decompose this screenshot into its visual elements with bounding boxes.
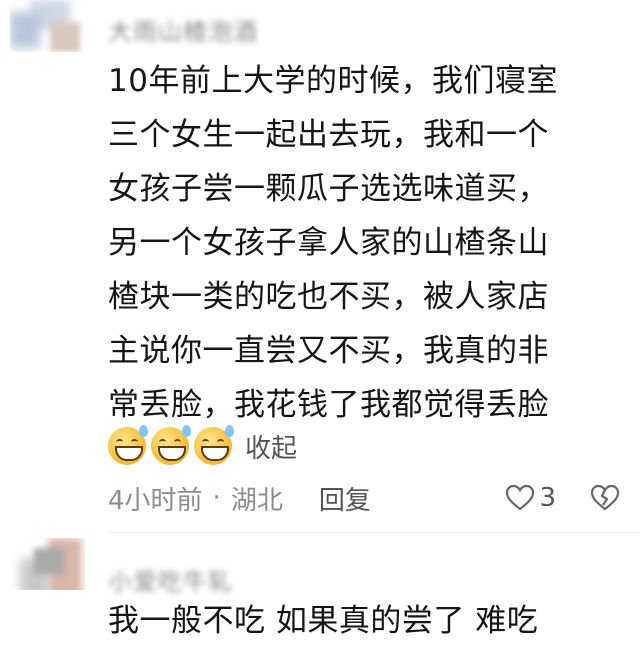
grin-sweat-emoji xyxy=(108,425,148,465)
grin-sweat-emoji xyxy=(151,425,191,465)
comment-text: 我一般不吃 如果真的尝了 难吃 xyxy=(108,594,608,648)
comment-item: 大雨山楂泡酒 10年前上大学的时候，我们寝室 三个女生一起出去玩，我和一个 女孩… xyxy=(0,0,640,533)
comment-text: 10年前上大学的时候，我们寝室 三个女生一起出去玩，我和一个 女孩子尝一颗瓜子选… xyxy=(108,54,608,432)
reactions: 3 xyxy=(505,483,620,513)
reply-button[interactable]: 回复 xyxy=(319,480,371,517)
comment-line: 楂块一类的吃也不买，被人家店 xyxy=(108,279,549,315)
comment-item: 小爱吃牛轧 我一般不吃 如果真的尝了 难吃 xyxy=(0,538,640,658)
comment-line: 女孩子尝一颗瓜子选选味道买， xyxy=(108,171,549,207)
separator: · xyxy=(212,483,221,513)
comment-line: 10年前上大学的时候，我们寝室 xyxy=(108,63,558,99)
divider xyxy=(108,532,640,533)
location: 湖北 xyxy=(230,485,283,516)
avatar[interactable] xyxy=(10,538,86,590)
avatar[interactable] xyxy=(10,0,86,52)
timestamp: 4小时前 xyxy=(108,485,203,516)
like-count: 3 xyxy=(539,483,556,513)
username[interactable]: 小爱吃牛轧 xyxy=(108,562,233,597)
grin-sweat-emoji xyxy=(194,425,234,465)
comment-line: 三个女生一起出去玩，我和一个 xyxy=(108,117,549,153)
username[interactable]: 大雨山楂泡酒 xyxy=(108,12,258,47)
like-heart-icon[interactable] xyxy=(505,484,535,512)
emoji-row: 收起 xyxy=(108,424,297,468)
comment-line: 另一个女孩子拿人家的山楂条山 xyxy=(108,225,549,261)
comment-meta: 4小时前 · 湖北 回复 3 xyxy=(108,476,620,520)
broken-heart-icon[interactable] xyxy=(590,484,620,512)
comment-line: 我一般不吃 如果真的尝了 难吃 xyxy=(108,603,539,639)
comment-line: 主说你一直尝又不买，我真的非 xyxy=(108,333,549,369)
collapse-link[interactable]: 收起 xyxy=(245,428,297,465)
